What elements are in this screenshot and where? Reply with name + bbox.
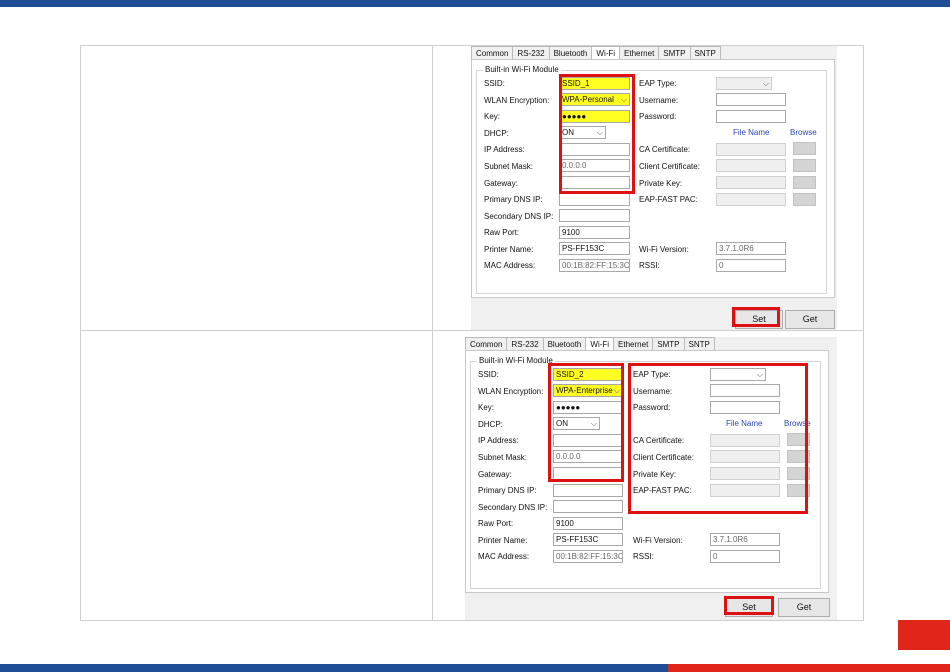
- gateway-label: Gateway:: [478, 470, 512, 479]
- tab-rs232[interactable]: RS-232: [506, 337, 544, 350]
- ssid-label: SSID:: [478, 370, 499, 379]
- username-label: Username:: [639, 96, 679, 105]
- secondary-dns-input[interactable]: [553, 500, 623, 513]
- eap-type-select[interactable]: ⌵: [716, 77, 772, 90]
- wifi-settings-panel-2: Common RS-232 Bluetooth Wi-Fi Ethernet S…: [465, 337, 837, 620]
- primary-dns-input[interactable]: [559, 193, 630, 206]
- dhcp-label: DHCP:: [484, 129, 509, 138]
- secondary-dns-label: Secondary DNS IP:: [484, 212, 554, 221]
- tab-rs232[interactable]: RS-232: [512, 46, 550, 59]
- highlight-box-network-fields: [559, 74, 635, 194]
- highlight-box-set: [724, 596, 774, 615]
- rssi-label: RSSI:: [639, 261, 660, 270]
- rssi-field: 0: [716, 259, 786, 272]
- wifi-version-label: Wi-Fi Version:: [639, 245, 689, 254]
- ca-certificate-label: CA Certificate:: [639, 145, 691, 154]
- client-certificate-field[interactable]: [716, 159, 786, 172]
- browse-pac-button[interactable]: [793, 193, 816, 206]
- wifi-version-label: Wi-Fi Version:: [633, 536, 683, 545]
- bottom-brand-bar-red: [668, 664, 950, 672]
- encryption-label: WLAN Encryption:: [478, 387, 544, 396]
- ip-address-label: IP Address:: [484, 145, 525, 154]
- printer-name-label: Printer Name:: [478, 536, 528, 545]
- gateway-label: Gateway:: [484, 179, 518, 188]
- printer-name-input[interactable]: PS-FF153C: [559, 242, 630, 255]
- group-title: Built-in Wi-Fi Module: [483, 65, 561, 74]
- settings-tabs: Common RS-232 Bluetooth Wi-Fi Ethernet S…: [471, 46, 721, 60]
- ip-address-label: IP Address:: [478, 436, 519, 445]
- dhcp-label: DHCP:: [478, 420, 503, 429]
- tab-bluetooth[interactable]: Bluetooth: [542, 337, 587, 350]
- tab-sntp[interactable]: SNTP: [683, 337, 715, 350]
- private-key-field[interactable]: [716, 176, 786, 189]
- mac-address-field: 00:1B:82:FF:15:3C: [559, 259, 630, 272]
- highlight-box-set: [732, 307, 780, 327]
- raw-port-input[interactable]: 9100: [553, 517, 623, 530]
- browse-header: Browse: [790, 128, 817, 137]
- raw-port-label: Raw Port:: [484, 228, 520, 237]
- corner-brand-block: [898, 620, 950, 650]
- tab-common[interactable]: Common: [465, 337, 508, 350]
- client-certificate-label: Client Certificate:: [639, 162, 700, 171]
- file-name-header: File Name: [733, 128, 770, 137]
- tab-wifi[interactable]: Wi-Fi: [591, 46, 621, 60]
- secondary-dns-input[interactable]: [559, 209, 630, 222]
- primary-dns-label: Primary DNS IP:: [478, 486, 537, 495]
- tab-sntp[interactable]: SNTP: [689, 46, 721, 59]
- primary-dns-input[interactable]: [553, 484, 623, 497]
- tab-ethernet[interactable]: Ethernet: [613, 337, 654, 350]
- printer-name-input[interactable]: PS-FF153C: [553, 533, 623, 546]
- eap-type-label: EAP Type:: [639, 79, 677, 88]
- get-button[interactable]: Get: [778, 598, 830, 617]
- group-title: Built-in Wi-Fi Module: [477, 356, 555, 365]
- eap-fast-pac-field[interactable]: [716, 193, 786, 206]
- ca-certificate-field[interactable]: [716, 143, 786, 156]
- printer-name-label: Printer Name:: [484, 245, 534, 254]
- raw-port-label: Raw Port:: [478, 519, 514, 528]
- highlight-box-network-fields: [548, 363, 624, 482]
- wifi-version-field: 3.7.1.0R6: [716, 242, 786, 255]
- chevron-down-icon: ⌵: [762, 79, 769, 88]
- key-label: Key:: [478, 403, 495, 412]
- mac-address-label: MAC Address:: [484, 261, 536, 270]
- tab-smtp[interactable]: SMTP: [652, 337, 685, 350]
- top-brand-bar: [0, 0, 950, 7]
- tab-wifi[interactable]: Wi-Fi: [585, 337, 615, 351]
- tab-ethernet[interactable]: Ethernet: [619, 46, 660, 59]
- username-input[interactable]: [716, 93, 786, 106]
- rssi-field: 0: [710, 550, 780, 563]
- subnet-mask-label: Subnet Mask:: [484, 162, 533, 171]
- secondary-dns-label: Secondary DNS IP:: [478, 503, 548, 512]
- password-input[interactable]: [716, 110, 786, 123]
- private-key-label: Private Key:: [639, 179, 683, 188]
- browse-key-button[interactable]: [793, 176, 816, 189]
- get-button[interactable]: Get: [785, 310, 835, 329]
- mac-address-label: MAC Address:: [478, 552, 530, 561]
- highlight-box-eap-fields: [628, 363, 808, 514]
- mac-address-field: 00:1B:82:FF:15:3C: [553, 550, 623, 563]
- browse-client-button[interactable]: [793, 159, 816, 172]
- settings-tabs: Common RS-232 Bluetooth Wi-Fi Ethernet S…: [465, 337, 715, 351]
- tab-common[interactable]: Common: [471, 46, 514, 59]
- primary-dns-label: Primary DNS IP:: [484, 195, 543, 204]
- wifi-version-field: 3.7.1.0R6: [710, 533, 780, 546]
- rssi-label: RSSI:: [633, 552, 654, 561]
- wifi-settings-panel-1: Common RS-232 Bluetooth Wi-Fi Ethernet S…: [471, 46, 837, 330]
- key-label: Key:: [484, 112, 501, 121]
- tab-smtp[interactable]: SMTP: [658, 46, 691, 59]
- bottom-brand-bar-blue: [0, 664, 668, 672]
- table-column-divider: [432, 45, 433, 621]
- encryption-label: WLAN Encryption:: [484, 96, 550, 105]
- password-label: Password:: [639, 112, 677, 121]
- browse-ca-button[interactable]: [793, 142, 816, 155]
- ssid-label: SSID:: [484, 79, 505, 88]
- table-row-divider: [80, 330, 864, 331]
- raw-port-input[interactable]: 9100: [559, 226, 630, 239]
- tab-bluetooth[interactable]: Bluetooth: [548, 46, 593, 59]
- subnet-mask-label: Subnet Mask:: [478, 453, 527, 462]
- eap-fast-pac-label: EAP-FAST PAC:: [639, 195, 698, 204]
